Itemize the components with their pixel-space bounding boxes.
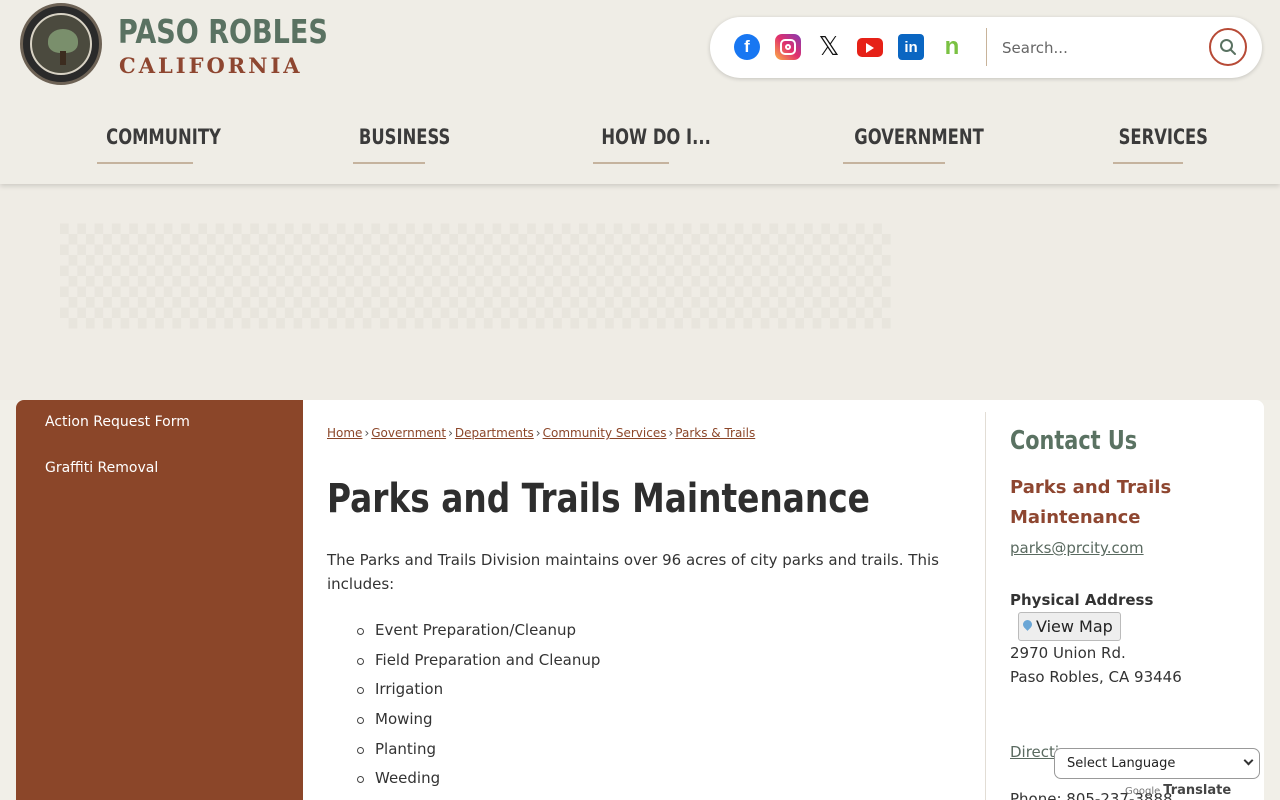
nav-label: COMMUNITY bbox=[106, 125, 221, 149]
nav-label: HOW DO I... bbox=[601, 125, 711, 149]
youtube-icon[interactable] bbox=[857, 38, 883, 57]
instagram-icon[interactable] bbox=[775, 34, 801, 60]
banner-texture: ▒▒▒▒▒▒▒▒▒▒▒▒ bbox=[60, 224, 891, 329]
nextdoor-icon[interactable]: n bbox=[939, 33, 965, 60]
social-search-bar: f 𝕏 in n bbox=[710, 17, 1262, 78]
list-item: Weeding bbox=[351, 766, 600, 796]
x-icon[interactable]: 𝕏 bbox=[816, 32, 842, 62]
breadcrumb-separator: › bbox=[448, 426, 453, 440]
list-item: Planting bbox=[351, 737, 600, 767]
powered-by-google: Google Translate bbox=[1125, 783, 1231, 798]
breadcrumb-departments[interactable]: Departments bbox=[455, 426, 534, 440]
nav-government[interactable]: GOVERNMENT bbox=[836, 125, 984, 165]
nav-community[interactable]: COMMUNITY bbox=[90, 125, 221, 165]
breadcrumb-community-services[interactable]: Community Services bbox=[543, 426, 667, 440]
sidebar: Action Request Form Graffiti Removal bbox=[16, 400, 303, 800]
nav-business[interactable]: BUSINESS bbox=[346, 125, 450, 165]
chevron-down-icon bbox=[1243, 755, 1254, 766]
nav-underline bbox=[593, 162, 669, 164]
nav-underline bbox=[97, 162, 193, 164]
map-pin-icon bbox=[1023, 620, 1032, 634]
column-divider bbox=[985, 412, 986, 800]
translate-label: Translate bbox=[1163, 783, 1232, 798]
nav-underline bbox=[1113, 162, 1183, 164]
facebook-icon[interactable]: f bbox=[734, 34, 760, 60]
breadcrumb: Home › Government › Departments › Community Se… bbox=[327, 426, 755, 440]
language-select[interactable]: Select Language bbox=[1054, 748, 1260, 779]
city-seal-logo[interactable] bbox=[20, 3, 102, 85]
nav-underline bbox=[843, 162, 945, 164]
intro-paragraph: The Parks and Trails Division maintains … bbox=[327, 551, 939, 593]
oak-tree-icon bbox=[48, 29, 78, 53]
logo-subtitle[interactable]: CALIFORNIA bbox=[119, 53, 303, 78]
list-item: Event Preparation/Cleanup bbox=[351, 618, 600, 648]
list-item: Irrigation bbox=[351, 677, 600, 707]
sidebar-item-action-request-form[interactable]: Action Request Form bbox=[45, 414, 190, 430]
language-select-label: Select Language bbox=[1067, 756, 1176, 771]
search-button[interactable] bbox=[1209, 28, 1247, 66]
nav-label: SERVICES bbox=[1118, 125, 1208, 149]
breadcrumb-separator: › bbox=[668, 426, 674, 440]
page-title: Parks and Trails Maintenance bbox=[327, 476, 870, 522]
breadcrumb-parks-trails[interactable]: Parks & Trails bbox=[675, 426, 755, 440]
breadcrumb-government[interactable]: Government bbox=[371, 426, 446, 440]
view-map-button[interactable]: View Map bbox=[1018, 612, 1121, 641]
breadcrumb-separator: › bbox=[364, 426, 370, 440]
address-heading: Physical Address bbox=[1010, 591, 1154, 609]
list-item: Field Preparation and Cleanup bbox=[351, 648, 600, 678]
breadcrumb-separator: › bbox=[535, 426, 541, 440]
nav-underline bbox=[353, 162, 425, 164]
nav-how-do-i[interactable]: HOW DO I... bbox=[586, 125, 711, 165]
nav-services[interactable]: SERVICES bbox=[1106, 125, 1208, 165]
search-icon bbox=[1220, 39, 1236, 55]
contact-heading: Contact Us bbox=[1010, 426, 1138, 456]
tree-trunk bbox=[60, 51, 66, 65]
nav-label: GOVERNMENT bbox=[854, 125, 984, 149]
logo-title[interactable]: PASO ROBLES bbox=[118, 12, 328, 51]
nav-label: BUSINESS bbox=[358, 125, 451, 149]
hero-banner: ▒▒▒▒▒▒▒▒▒▒▒▒ bbox=[0, 184, 1280, 400]
search-input[interactable] bbox=[1002, 31, 1202, 65]
address-line-1: 2970 Union Rd. bbox=[1010, 644, 1126, 662]
sidebar-item-graffiti-removal[interactable]: Graffiti Removal bbox=[45, 460, 158, 476]
seal-ring bbox=[30, 13, 92, 75]
main-content: Home › Government › Departments › Community Se… bbox=[303, 400, 1264, 800]
list-item: Mowing bbox=[351, 707, 600, 737]
view-map-label: View Map bbox=[1036, 617, 1113, 636]
services-list: Event Preparation/Cleanup Field Preparat… bbox=[351, 618, 600, 796]
site-header: PASO ROBLES CALIFORNIA f 𝕏 in n COMMUNIT… bbox=[0, 0, 1280, 184]
breadcrumb-home[interactable]: Home bbox=[327, 426, 362, 440]
linkedin-icon[interactable]: in bbox=[898, 34, 924, 60]
contact-email-link[interactable]: parks@prcity.com bbox=[1010, 539, 1144, 557]
divider bbox=[986, 28, 987, 66]
google-label: Google bbox=[1125, 786, 1161, 797]
address-line-2: Paso Robles, CA 93446 bbox=[1010, 668, 1182, 686]
contact-name: Parks and Trails Maintenance bbox=[1010, 477, 1172, 528]
